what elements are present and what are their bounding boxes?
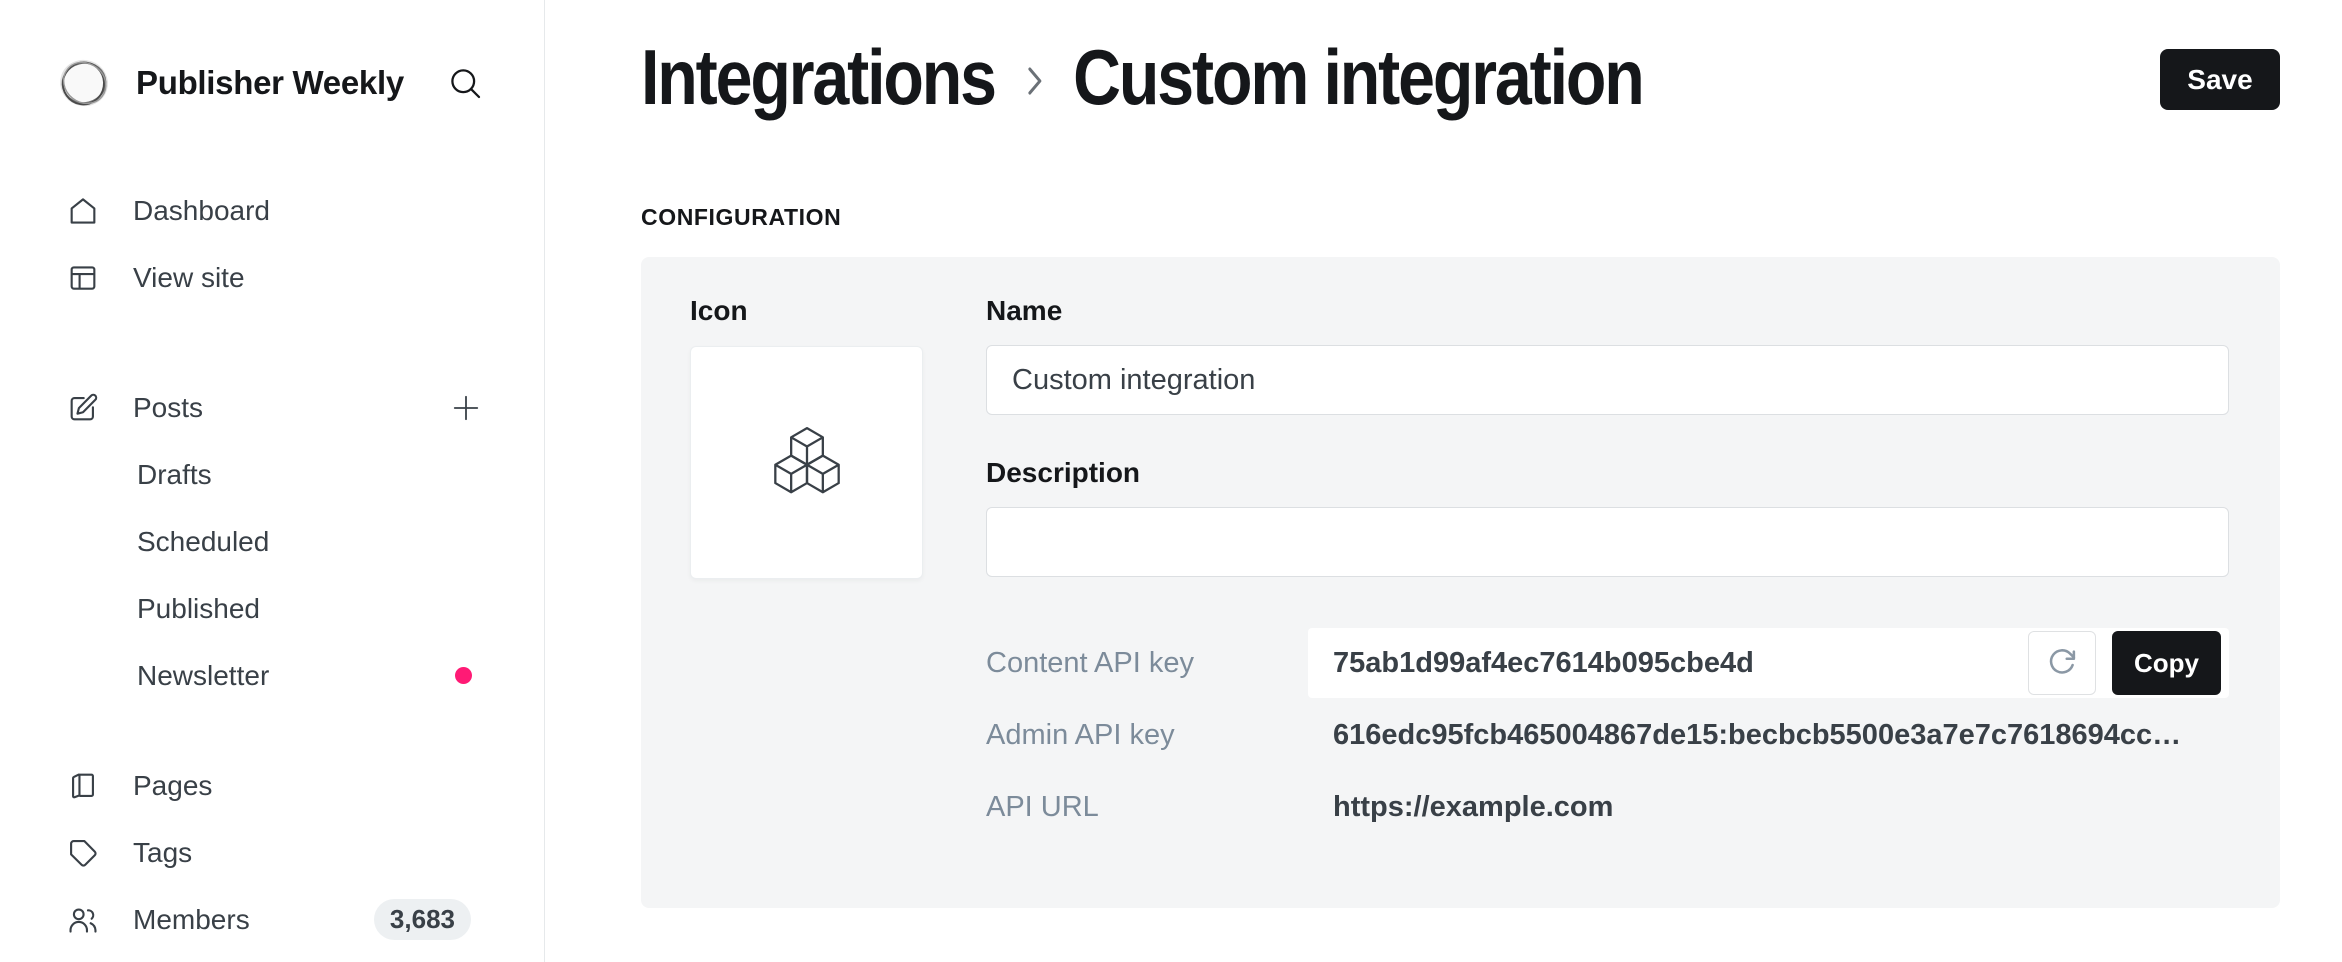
copy-button[interactable]: Copy bbox=[2112, 631, 2221, 695]
layout-icon bbox=[66, 261, 100, 295]
sidebar-item-label: Drafts bbox=[137, 459, 212, 491]
sidebar-item-label: Pages bbox=[133, 770, 212, 802]
refresh-icon bbox=[2043, 644, 2081, 682]
sidebar-section-gap bbox=[66, 709, 486, 752]
sidebar-item-published[interactable]: Published bbox=[66, 575, 486, 642]
search-icon bbox=[444, 62, 486, 104]
sidebar-item-tags[interactable]: Tags bbox=[66, 819, 486, 886]
home-icon bbox=[66, 194, 100, 228]
content-api-key-value: 75ab1d99af4ec7614b095cbe4d bbox=[1333, 647, 2028, 680]
description-field-label: Description bbox=[986, 459, 2229, 487]
configuration-card: Icon Name Description Content API key bbox=[641, 257, 2280, 908]
cubes-icon bbox=[763, 419, 851, 507]
pages-icon bbox=[66, 769, 100, 803]
name-field-label: Name bbox=[986, 297, 2229, 325]
api-url-row: API URL https://example.com bbox=[986, 772, 2229, 842]
page-header: Integrations Custom integration Save bbox=[641, 45, 2280, 110]
main-content: Integrations Custom integration Save CON… bbox=[545, 0, 2342, 962]
form-column: Name Description Content API key 75ab1d9… bbox=[986, 297, 2229, 842]
search-button[interactable] bbox=[444, 62, 486, 104]
content-api-key-row: Content API key 75ab1d99af4ec7614b095cbe… bbox=[986, 628, 2229, 698]
sidebar-item-dashboard[interactable]: Dashboard bbox=[66, 177, 486, 244]
sidebar-item-newsletter[interactable]: Newsletter bbox=[66, 642, 486, 709]
sidebar-item-label: View site bbox=[133, 262, 245, 294]
sidebar-item-pages[interactable]: Pages bbox=[66, 752, 486, 819]
page-title: Custom integration bbox=[1073, 45, 1643, 110]
api-url-label: API URL bbox=[986, 791, 1308, 824]
sidebar-item-scheduled[interactable]: Scheduled bbox=[66, 508, 486, 575]
sidebar-item-label: Published bbox=[137, 593, 260, 625]
content-api-key-label: Content API key bbox=[986, 647, 1308, 680]
brand-row: Publisher Weekly bbox=[52, 45, 486, 120]
publication-logo-icon bbox=[52, 51, 116, 115]
sidebar-item-view-site[interactable]: View site bbox=[66, 244, 486, 311]
sidebar-item-drafts[interactable]: Drafts bbox=[66, 441, 486, 508]
chevron-right-icon bbox=[1015, 59, 1052, 103]
sidebar-nav: Dashboard View site Posts bbox=[66, 177, 486, 953]
description-input[interactable] bbox=[986, 507, 2229, 577]
sidebar-item-members[interactable]: Members 3,683 bbox=[66, 886, 486, 953]
save-button[interactable]: Save bbox=[2160, 49, 2280, 110]
integration-icon-box[interactable] bbox=[690, 346, 923, 579]
edit-icon bbox=[66, 391, 100, 425]
new-post-button[interactable] bbox=[446, 388, 486, 428]
breadcrumb-integrations-link[interactable]: Integrations bbox=[641, 45, 995, 110]
api-details: Content API key 75ab1d99af4ec7614b095cbe… bbox=[986, 628, 2229, 842]
content-api-key-bar: 75ab1d99af4ec7614b095cbe4d Copy bbox=[1308, 628, 2229, 698]
admin-api-key-value: 616edc95fcb465004867de15:becbcb5500e3a7e… bbox=[1308, 719, 2181, 752]
sidebar-item-label: Scheduled bbox=[137, 526, 269, 558]
sidebar-item-label: Dashboard bbox=[133, 195, 270, 227]
api-url-value: https://example.com bbox=[1308, 791, 1613, 824]
regenerate-key-button[interactable] bbox=[2028, 631, 2096, 695]
breadcrumb: Integrations Custom integration bbox=[641, 45, 1643, 110]
section-label: CONFIGURATION bbox=[641, 204, 2280, 231]
sidebar-item-label: Members bbox=[133, 904, 250, 936]
plus-icon bbox=[448, 390, 484, 426]
sidebar-item-label: Tags bbox=[133, 837, 192, 869]
sidebar-item-label: Posts bbox=[133, 392, 203, 424]
icon-column: Icon bbox=[690, 297, 923, 842]
publication-title: Publisher Weekly bbox=[136, 64, 404, 102]
admin-api-key-row: Admin API key 616edc95fcb465004867de15:b… bbox=[986, 700, 2229, 770]
sidebar-item-label: Newsletter bbox=[137, 660, 269, 692]
sidebar: Publisher Weekly Dashboard bbox=[0, 0, 545, 962]
newsletter-notification-dot bbox=[455, 667, 472, 684]
members-icon bbox=[66, 903, 100, 937]
sidebar-item-posts[interactable]: Posts bbox=[66, 374, 486, 441]
members-count-badge: 3,683 bbox=[374, 899, 471, 940]
icon-field-label: Icon bbox=[690, 297, 923, 325]
name-input[interactable] bbox=[986, 345, 2229, 415]
sidebar-section-gap bbox=[66, 311, 486, 374]
tag-icon bbox=[66, 836, 100, 870]
admin-api-key-label: Admin API key bbox=[986, 719, 1308, 752]
